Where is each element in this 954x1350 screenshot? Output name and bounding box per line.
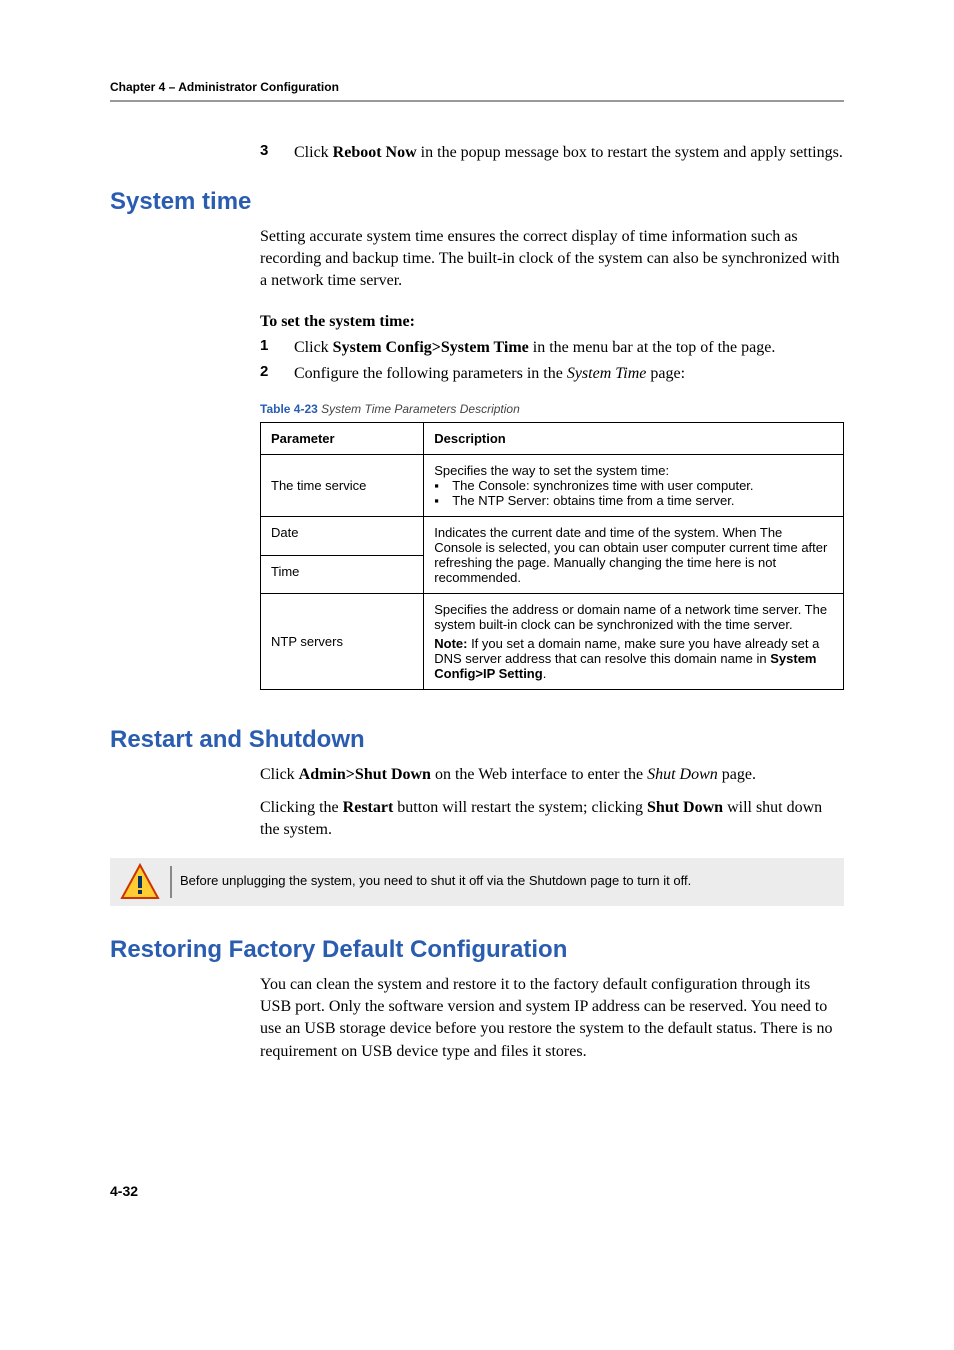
step-number: 3 xyxy=(260,142,294,164)
note-label: Note: xyxy=(434,636,467,651)
th-description: Description xyxy=(424,423,844,455)
caption-label: Table 4-23 xyxy=(260,402,318,416)
cell-desc: Indicates the current date and time of t… xyxy=(424,517,844,594)
text: . xyxy=(543,666,547,681)
step-text: Click Reboot Now in the popup message bo… xyxy=(294,142,843,164)
note-text: Note: If you set a domain name, make sur… xyxy=(434,636,833,681)
cell-param: Date xyxy=(261,517,424,556)
system-time-params-table: Parameter Description The time service S… xyxy=(260,422,844,690)
cell-param: The time service xyxy=(261,455,424,517)
bold-text: Shut Down xyxy=(647,799,723,816)
text: Click xyxy=(294,144,333,161)
step-number: 1 xyxy=(260,337,294,359)
restart-p2: Clicking the Restart button will restart… xyxy=(260,797,844,842)
warning-callout: Before unplugging the system, you need t… xyxy=(110,858,844,906)
bullet-text: The NTP Server: obtains time from a time… xyxy=(452,493,734,508)
step-number: 2 xyxy=(260,363,294,385)
page-header: Chapter 4 – Administrator Configuration xyxy=(110,80,844,102)
italic-text: System Time xyxy=(567,365,647,382)
cell-desc: Specifies the way to set the system time… xyxy=(424,455,844,517)
callout-text: Before unplugging the system, you need t… xyxy=(180,864,701,898)
heading-system-time: System time xyxy=(110,188,844,216)
text: in the popup message box to restart the … xyxy=(417,144,843,161)
th-parameter: Parameter xyxy=(261,423,424,455)
bold-text: Admin>Shut Down xyxy=(299,766,431,783)
table-row: The time service Specifies the way to se… xyxy=(261,455,844,517)
text: If you set a domain name, make sure you … xyxy=(434,636,819,666)
bullet-text: The Console: synchronizes time with user… xyxy=(452,478,753,493)
step-text: Click System Config>System Time in the m… xyxy=(294,337,775,359)
bold-text: System Config>System Time xyxy=(333,339,529,356)
page-number: 4-32 xyxy=(110,1183,844,1199)
text: Clicking the xyxy=(260,799,343,816)
text: Specifies the way to set the system time… xyxy=(434,463,833,478)
cell-param: Time xyxy=(261,555,424,594)
step-2: 2 Configure the following parameters in … xyxy=(260,363,844,385)
table-row: NTP servers Specifies the address or dom… xyxy=(261,594,844,690)
bullet-icon: ▪ xyxy=(434,478,452,493)
text: Specifies the address or domain name of … xyxy=(434,602,833,632)
text: button will restart the system; clicking xyxy=(393,799,647,816)
text: page. xyxy=(718,766,756,783)
step-3: 3 Click Reboot Now in the popup message … xyxy=(260,142,844,164)
heading-restore-factory: Restoring Factory Default Configuration xyxy=(110,936,844,964)
procedure-title: To set the system time: xyxy=(260,313,415,330)
bold-text: Reboot Now xyxy=(333,144,417,161)
system-time-intro: Setting accurate system time ensures the… xyxy=(260,226,844,293)
restore-para: You can clean the system and restore it … xyxy=(260,974,844,1064)
step-text: Configure the following parameters in th… xyxy=(294,363,685,385)
divider xyxy=(170,866,172,898)
text: Click xyxy=(294,339,333,356)
table-row: Date Indicates the current date and time… xyxy=(261,517,844,556)
table-caption: Table 4-23 System Time Parameters Descri… xyxy=(260,402,844,416)
text: Configure the following parameters in th… xyxy=(294,365,567,382)
restart-p1: Click Admin>Shut Down on the Web interfa… xyxy=(260,764,844,786)
text: in the menu bar at the top of the page. xyxy=(529,339,776,356)
warning-icon xyxy=(110,862,170,902)
bold-text: Restart xyxy=(343,799,394,816)
step-1: 1 Click System Config>System Time in the… xyxy=(260,337,844,359)
bullet-icon: ▪ xyxy=(434,493,452,508)
cell-desc: Specifies the address or domain name of … xyxy=(424,594,844,690)
text: on the Web interface to enter the xyxy=(431,766,647,783)
heading-restart-shutdown: Restart and Shutdown xyxy=(110,726,844,754)
table-header-row: Parameter Description xyxy=(261,423,844,455)
caption-desc: System Time Parameters Description xyxy=(318,402,520,416)
cell-param: NTP servers xyxy=(261,594,424,690)
italic-text: Shut Down xyxy=(647,766,718,783)
text: Click xyxy=(260,766,299,783)
text: page: xyxy=(646,365,685,382)
